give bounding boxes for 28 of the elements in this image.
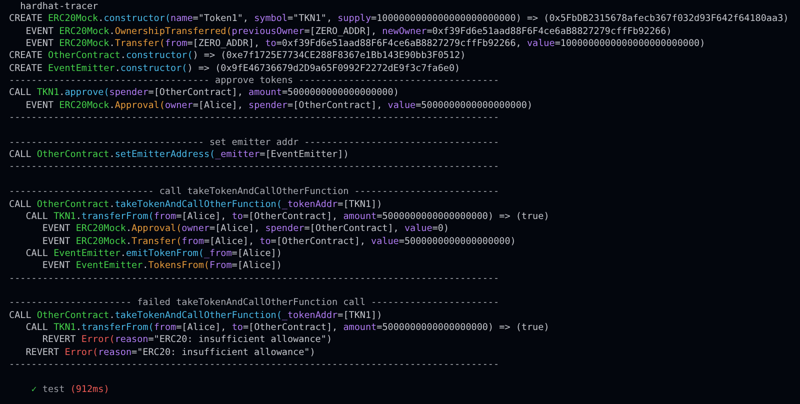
trace-line: CREATE OtherContract.constructor() => (0xe7f1725E7734CE288F8367e1Bb143E90bb3F0512) [9, 50, 466, 63]
section-divider: -------------------------- call takeTokenAndCallOtherFunction -------------------------- [9, 186, 500, 198]
trace-line: CREATE EventEmitter.constructor() => (0x9fE46736679d2D9a65F0992F2272dE9f3c7fa6e0) [9, 62, 460, 76]
section-divider: ---------------------------------------------------------------------------------------- [9, 161, 500, 174]
test-result: ✓ test (912ms) [30, 384, 110, 396]
section-divider: ------------------------------------ approve tokens ------------------------------------ [9, 75, 500, 88]
trace-line: CALL TKN1.transferFrom(from=[Alice], to=[OtherContract], amount=5000000000000000000) => (true) [24, 210, 550, 224]
trace-line: CALL TKN1.approve(spender=[OtherContract], amount=5000000000000000000) [9, 87, 399, 100]
trace-line: EVENT ERC20Mock.Approval(owner=[Alice], spender=[OtherContract], value=0) [41, 223, 450, 236]
trace-line: CALL TKN1.transferFrom(from=[Alice], to=[OtherContract], amount=5000000000000000000) => (true) [24, 322, 550, 334]
trace-line: CALL EventEmitter.emitTokenFrom(_from=[Alice]) [24, 248, 282, 260]
section-divider: ---------------------------------------------------------------------------------------- [9, 112, 500, 124]
trace-line: CREATE ERC20Mock.constructor(name="Token1", symbol="TKN1", supply=1000000000000000000000000) => (0x5FbDB2315678afecb367f032d93F642f64180aa3) [9, 13, 789, 26]
section-divider: ---------------------------------------------------------------------------------------- [9, 272, 500, 285]
section-divider: ---------------------------------------------------------------------------------------- [9, 358, 500, 372]
trace-line: EVENT ERC20Mock.Transfer(from=[ZERO_ADDR], to=0xf39Fd6e51aad88F6F4ce6aB8827279cffFb92266, value=1000000000000000000000000) [24, 38, 706, 50]
trace-line: CALL OtherContract.takeTokenAndCallOtherFunction(_tokenAddr=[TKN1]) [9, 198, 382, 211]
trace-line: REVERT Error(reason="ERC20: insufficient allowance") [24, 346, 316, 359]
trace-line: CALL OtherContract.takeTokenAndCallOtherFunction(_tokenAddr=[TKN1]) [9, 310, 382, 322]
tracer-title: hardhat-tracer [19, 1, 98, 14]
section-divider: ---------------------- failed takeTokenAndCallOtherFunction call ----------------------- [9, 297, 500, 310]
trace-line: EVENT EventEmitter.TokensFrom(From=[Alice]) [41, 260, 282, 273]
trace-line: REVERT Error(reason="ERC20: insufficient allowance") [41, 334, 332, 347]
trace-line: EVENT ERC20Mock.Transfer(from=[Alice], to=[OtherContract], value=5000000000000000000) [41, 236, 516, 248]
trace-line: EVENT ERC20Mock.Approval(owner=[Alice], spender=[OtherContract], value=5000000000000000000) [24, 100, 533, 112]
trace-line: EVENT ERC20Mock.OwnershipTransferred(previousOwner=[ZERO_ADDR], newOwner=0xf39Fd6e51aad88F6F4ce6aB8827279cffFb92266) [24, 26, 672, 38]
trace-line: CALL OtherContract.setEmitterAddress(_emitter=[EventEmitter]) [9, 149, 349, 162]
section-divider: ----------------------------------- set emitter addr ----------------------------------- [9, 136, 500, 150]
